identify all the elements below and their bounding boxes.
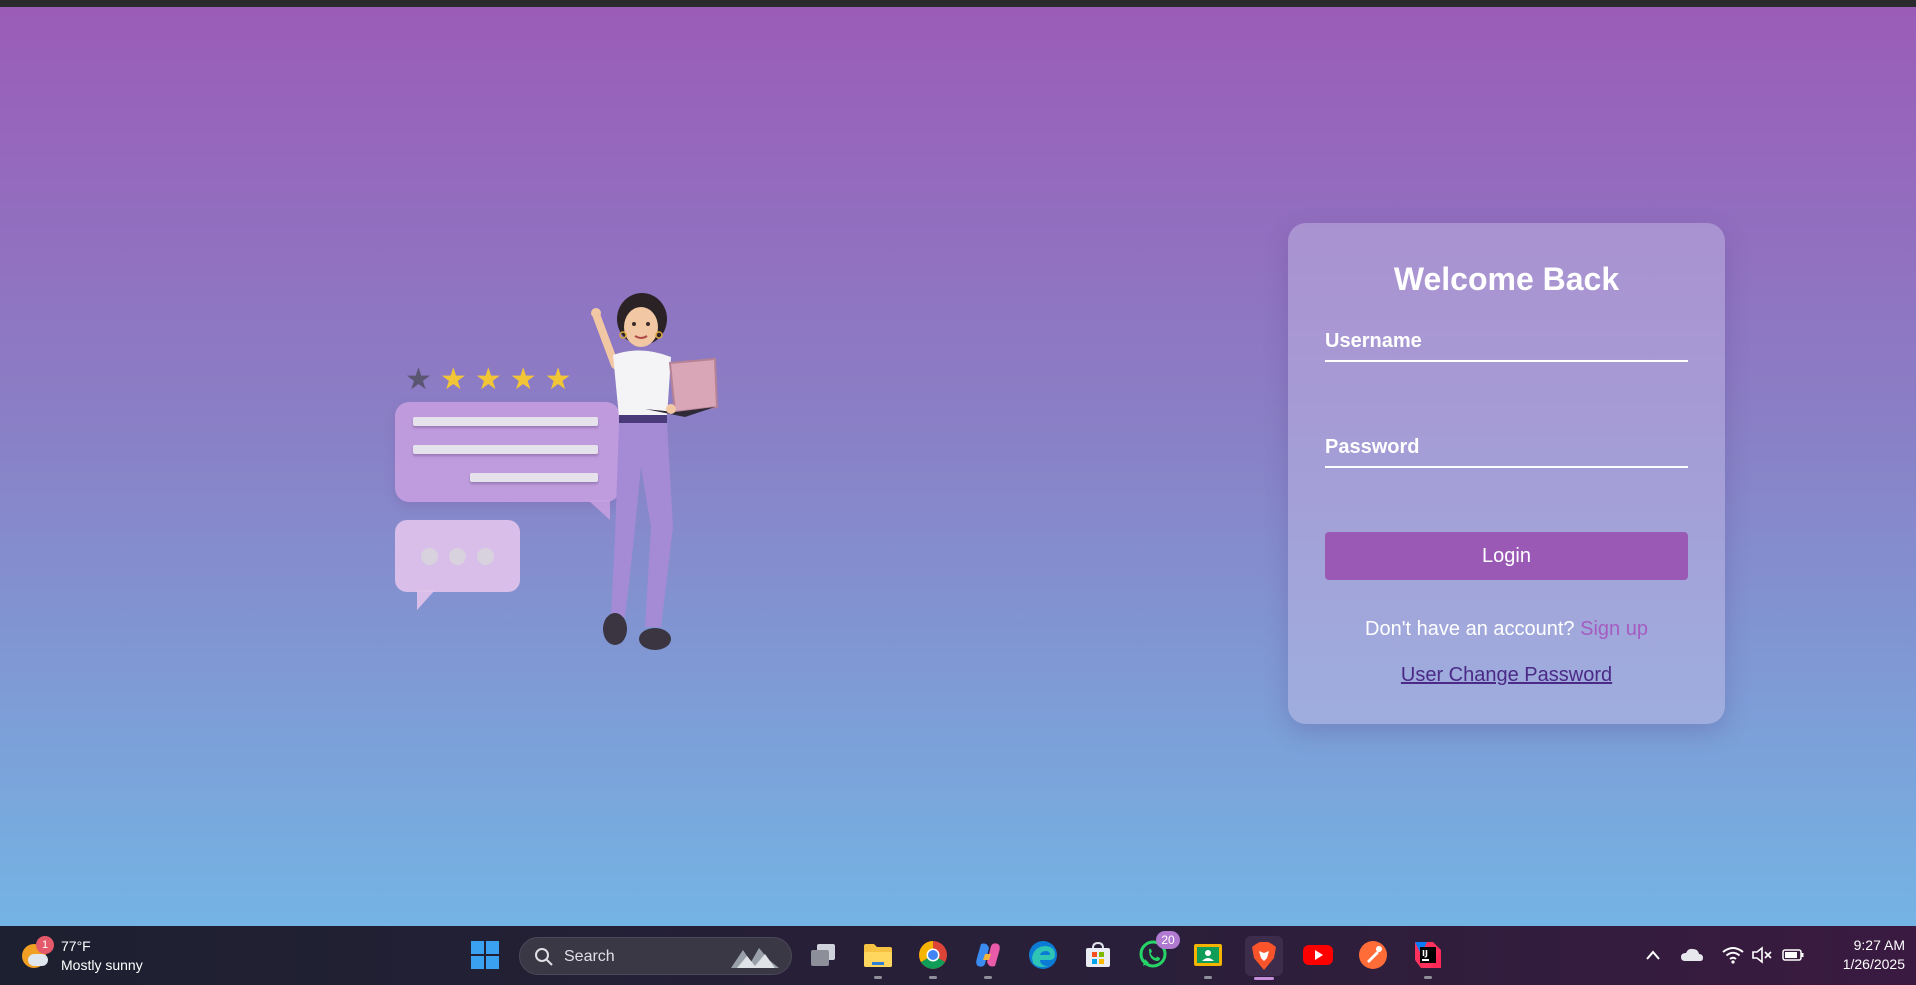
youtube-button[interactable]: [1301, 938, 1335, 972]
edge-button[interactable]: [1026, 938, 1060, 972]
star-icon: ★: [509, 363, 537, 396]
login-card: Welcome Back Username Password Login Don…: [1288, 223, 1725, 724]
copilot-icon: [976, 943, 1000, 967]
star-icon: ★: [405, 363, 432, 396]
woman-with-laptop-illustration: [591, 293, 719, 650]
running-indicator: [984, 976, 992, 979]
star-icon: ★: [474, 363, 502, 396]
illustration: ★ ★ ★ ★ ★: [390, 287, 760, 697]
file-explorer-button[interactable]: [861, 938, 895, 979]
postman-icon: [1359, 941, 1387, 969]
search-icon: [535, 948, 553, 966]
whatsapp-button[interactable]: 20: [1136, 931, 1180, 972]
change-password-link-text[interactable]: User Change Password: [1401, 664, 1612, 686]
cloud-icon: [28, 954, 48, 966]
login-page: ★ ★ ★ ★ ★ Welcome Back Username Password…: [0, 7, 1916, 926]
running-indicator: [874, 976, 882, 979]
notification-badge: 20: [1156, 931, 1180, 949]
intellij-icon: IJ: [1415, 942, 1441, 968]
rating-stars: ★ ★ ★ ★ ★: [405, 365, 572, 395]
cloud-icon: [1681, 948, 1703, 961]
edge-icon: [1029, 941, 1057, 969]
clock-time: 9:27 AM: [1853, 937, 1905, 953]
weather-temperature: 77°F: [61, 938, 91, 954]
youtube-icon: [1303, 945, 1333, 965]
search-highlight-icon: [731, 948, 779, 968]
battery-button[interactable]: [1778, 938, 1808, 972]
classroom-button[interactable]: [1191, 938, 1225, 979]
password-label: Password: [1325, 436, 1420, 458]
intellij-button[interactable]: IJ: [1411, 938, 1445, 979]
clock-date: 1/26/2025: [1842, 956, 1905, 972]
chevron-up-icon: [1646, 950, 1660, 960]
star-icon: ★: [544, 363, 572, 396]
task-view-icon: [811, 944, 835, 966]
typing-dot: [421, 548, 438, 565]
store-button[interactable]: [1081, 938, 1115, 972]
change-password-link: User Change Password: [1288, 664, 1725, 687]
weather-widget[interactable]: 1 77°F Mostly sunny: [22, 936, 172, 976]
typing-dot: [449, 548, 466, 565]
password-field[interactable]: Password: [1325, 428, 1688, 468]
typing-bubble: [395, 520, 520, 610]
volume-muted-icon: [1752, 946, 1772, 964]
username-label: Username: [1325, 330, 1422, 352]
clock[interactable]: 9:27 AM 1/26/2025: [1810, 936, 1905, 974]
postman-button[interactable]: [1356, 938, 1390, 972]
weather-badge: 1: [36, 936, 54, 954]
no-account-text: Don't have an account?: [1365, 618, 1575, 640]
svg-text:IJ: IJ: [1422, 949, 1428, 958]
active-indicator: [1254, 977, 1274, 980]
classroom-icon: [1194, 944, 1222, 966]
login-button[interactable]: Login: [1325, 532, 1688, 580]
battery-icon: [1782, 949, 1804, 961]
wifi-icon: [1722, 947, 1744, 964]
browser-top-edge: [0, 0, 1916, 7]
chrome-icon: [919, 941, 947, 969]
star-icon: ★: [439, 363, 467, 396]
store-icon: [1086, 941, 1110, 967]
onedrive-button[interactable]: [1677, 938, 1707, 972]
text-line: [413, 445, 598, 454]
windows-icon: [471, 941, 499, 969]
show-hidden-icons-button[interactable]: [1638, 938, 1668, 972]
running-indicator: [929, 976, 937, 979]
brave-button[interactable]: [1245, 936, 1283, 980]
chrome-button[interactable]: [916, 938, 950, 979]
signup-link[interactable]: Sign up: [1580, 618, 1648, 640]
start-button[interactable]: [468, 938, 502, 972]
typing-dot: [477, 548, 494, 565]
username-field[interactable]: Username: [1325, 322, 1688, 362]
signup-row: Don't have an account? Sign up: [1288, 618, 1725, 641]
text-line: [413, 417, 598, 426]
running-indicator: [1424, 976, 1432, 979]
running-indicator: [1204, 976, 1212, 979]
page-title: Welcome Back: [1393, 261, 1620, 297]
folder-icon: [864, 944, 892, 967]
taskbar: 1 77°F Mostly sunny Search 20 IJ 9:27 AM…: [0, 926, 1916, 985]
wifi-button[interactable]: [1718, 938, 1748, 972]
weather-condition: Mostly sunny: [61, 957, 143, 973]
search-placeholder: Search: [564, 948, 615, 965]
taskbar-search[interactable]: Search: [519, 937, 792, 975]
copilot-button[interactable]: [971, 938, 1005, 979]
brave-icon: [1252, 942, 1276, 970]
task-view-button[interactable]: [806, 938, 840, 972]
volume-button[interactable]: [1747, 938, 1777, 972]
